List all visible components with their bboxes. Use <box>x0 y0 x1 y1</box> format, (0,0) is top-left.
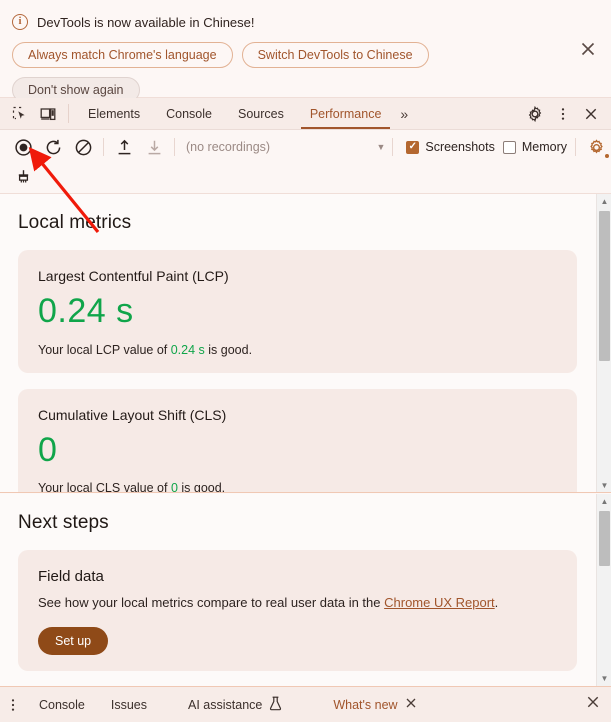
drawer-kebab-menu-icon[interactable] <box>0 697 26 713</box>
chevron-double-right-icon[interactable]: » <box>394 98 414 129</box>
toolbar-divider-2 <box>174 138 175 156</box>
tab-sources[interactable]: Sources <box>225 98 297 129</box>
drawer-tab-console[interactable]: Console <box>26 698 98 712</box>
cls-desc-suffix: is good. <box>177 481 226 493</box>
screenshots-checkbox-box[interactable] <box>406 140 420 154</box>
recordings-label: (no recordings) <box>186 140 271 154</box>
tab-performance-label: Performance <box>309 106 382 121</box>
tab-console[interactable]: Console <box>153 98 225 129</box>
field-desc-suffix: . <box>494 595 499 610</box>
screenshots-label: Screenshots <box>425 140 495 154</box>
local-metrics-content: Local metrics Largest Contentful Paint (… <box>0 194 611 493</box>
kebab-menu-icon[interactable] <box>549 106 577 122</box>
drawer-tab-console-label: Console <box>39 697 85 712</box>
tab-elements-label: Elements <box>88 106 141 121</box>
next-steps-pane: Next steps Field data See how your local… <box>0 494 611 686</box>
device-toolbar-icon[interactable] <box>34 98 62 129</box>
clear-icon[interactable] <box>68 132 98 162</box>
tabstrip-right-controls <box>508 98 611 129</box>
switch-to-chinese-button[interactable]: Switch DevTools to Chinese <box>241 42 429 68</box>
chrome-ux-report-link[interactable]: Chrome UX Report <box>384 595 495 610</box>
tab-sources-label: Sources <box>237 106 284 121</box>
toolbar-divider-3 <box>392 138 394 156</box>
cls-desc-prefix: Your local CLS value of <box>38 481 171 493</box>
screenshots-checkbox[interactable]: Screenshots <box>406 140 495 154</box>
lcp-description: Your local LCP value of 0.24 s is good. <box>38 343 557 357</box>
lcp-desc-value: 0.24 s <box>170 342 205 357</box>
cls-desc-value: 0 <box>170 481 178 493</box>
performance-toolbar: (no recordings) ▼ Screenshots Memory <box>0 130 611 194</box>
performance-toolbar-row-secondary <box>0 164 611 190</box>
memory-label: Memory <box>521 140 567 154</box>
cls-card-title: Cumulative Layout Shift (CLS) <box>38 406 227 423</box>
drawer-tab-issues[interactable]: Issues <box>98 698 160 712</box>
tab-console-label: Console <box>166 106 212 121</box>
chevron-down-icon[interactable]: ▼ <box>376 142 385 152</box>
drawer-tab-ai-assistance[interactable]: AI assistance <box>160 696 295 714</box>
devtools-close-icon[interactable] <box>577 106 605 122</box>
tab-elements[interactable]: Elements <box>75 98 153 129</box>
reload-and-record-icon[interactable] <box>38 132 68 162</box>
cls-value: 0 <box>38 430 58 469</box>
lcp-metric-card: Largest Contentful Paint (LCP) 0.24 s Yo… <box>18 250 577 373</box>
toolbar-divider-1 <box>103 138 104 156</box>
field-desc-prefix: See how your local metrics compare to re… <box>38 595 385 610</box>
notification-message: DevTools is now available in Chinese! <box>37 14 255 30</box>
next-steps-content: Next steps Field data See how your local… <box>0 494 611 671</box>
notification-message-row: i DevTools is now available in Chinese! <box>12 10 599 34</box>
language-notification-banner: i DevTools is now available in Chinese! … <box>0 0 611 103</box>
page-title: Local metrics <box>18 212 132 233</box>
field-data-card: Field data See how your local metrics co… <box>18 550 577 671</box>
gear-icon[interactable] <box>521 105 549 122</box>
lcp-value: 0.24 s <box>38 292 134 330</box>
tabstrip-divider <box>68 104 69 123</box>
tab-performance[interactable]: Performance <box>297 98 395 129</box>
clean-broom-icon[interactable] <box>8 162 38 192</box>
next-steps-scrollbar[interactable]: ▲ ▼ <box>596 494 611 686</box>
always-match-language-button[interactable]: Always match Chrome's language <box>12 42 233 68</box>
performance-toolbar-row-primary: (no recordings) ▼ Screenshots Memory <box>0 130 611 164</box>
scroll-up-arrow-icon[interactable]: ▲ <box>597 194 611 209</box>
scrollbar-thumb[interactable] <box>599 211 610 361</box>
field-data-title: Field data <box>38 568 104 585</box>
drawer-tab-whats-new-label: What's new <box>333 697 398 712</box>
devtools-tab-strip: Elements Console Sources Performance » <box>0 98 611 130</box>
lcp-desc-prefix: Your local LCP value of <box>38 342 171 357</box>
download-profile-icon[interactable] <box>139 132 169 162</box>
scrollbar-thumb[interactable] <box>599 511 610 566</box>
next-steps-title: Next steps <box>18 512 109 533</box>
record-icon[interactable] <box>8 132 38 162</box>
notification-close-icon[interactable] <box>577 38 599 60</box>
cls-metric-card: Cumulative Layout Shift (CLS) 0 Your loc… <box>18 388 577 493</box>
drawer-close-icon[interactable] <box>585 694 601 715</box>
drawer-tab-ai-assistance-label: AI assistance <box>188 697 263 712</box>
memory-checkbox[interactable]: Memory <box>502 140 567 154</box>
flask-icon <box>269 696 282 714</box>
drawer-tab-whats-new-close-icon[interactable] <box>405 697 417 712</box>
cls-description: Your local CLS value of 0 is good. <box>38 481 557 493</box>
set-up-button[interactable]: Set up <box>38 626 109 655</box>
lcp-desc-suffix: is good. <box>204 342 253 357</box>
lcp-card-title: Largest Contentful Paint (LCP) <box>38 268 229 284</box>
drawer-tab-bar: Console Issues AI assistance What's new <box>0 686 611 722</box>
notification-actions: Always match Chrome's language Switch De… <box>12 42 532 103</box>
upload-profile-icon[interactable] <box>109 132 139 162</box>
tabstrip-spacer <box>414 98 508 129</box>
drawer-tab-issues-label: Issues <box>110 697 148 712</box>
inspect-element-icon[interactable] <box>6 98 34 129</box>
local-metrics-pane: Local metrics Largest Contentful Paint (… <box>0 194 611 493</box>
toolbar-divider-4 <box>575 138 576 156</box>
scroll-up-arrow-icon[interactable]: ▲ <box>597 494 611 509</box>
drawer-tab-whats-new[interactable]: What's new <box>295 697 429 712</box>
capture-settings-gear-icon[interactable] <box>581 132 611 162</box>
field-data-description: See how your local metrics compare to re… <box>38 593 557 613</box>
scroll-down-arrow-icon[interactable]: ▼ <box>597 478 611 492</box>
info-icon: i <box>12 14 28 30</box>
memory-checkbox-box[interactable] <box>502 140 516 154</box>
local-metrics-scrollbar[interactable]: ▲ ▼ <box>596 194 611 492</box>
scroll-down-arrow-icon[interactable]: ▼ <box>597 671 611 686</box>
